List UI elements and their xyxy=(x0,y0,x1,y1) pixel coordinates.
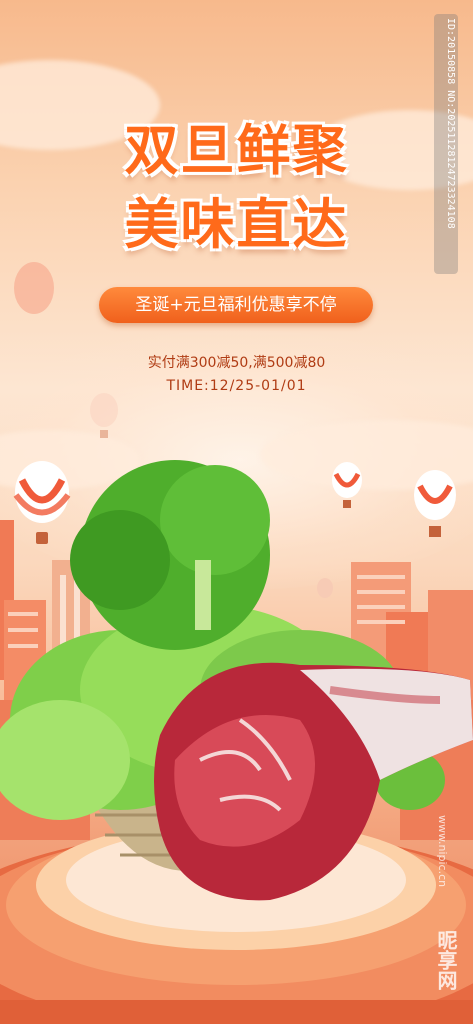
hot-air-balloon-icon xyxy=(14,262,54,314)
promo-poster: 双旦鲜聚 美味直达 圣诞+元旦福利优惠享不停 实付满300减50,满500减80… xyxy=(0,0,473,1024)
time-text: TIME:12/25-01/01 xyxy=(166,378,307,394)
watermark-id-badge: ID:20150858 NO:20251128124723324108 xyxy=(434,14,458,274)
hot-air-balloon-icon xyxy=(13,461,71,544)
watermark-id-text: ID:20150858 NO:20251128124723324108 xyxy=(445,18,456,229)
headline-line-1: 双旦鲜聚 xyxy=(124,119,349,182)
hot-air-balloon-icon xyxy=(317,578,333,598)
hot-air-balloon-icon xyxy=(414,470,456,537)
offer-text: 实付满300减50,满500减80 xyxy=(147,355,326,371)
headline-line-2: 美味直达 xyxy=(124,193,349,256)
hot-air-balloon-icon xyxy=(90,393,118,438)
hot-air-balloon-icon xyxy=(332,462,362,508)
watermark-site: www.nipic.cn xyxy=(436,815,449,888)
subtitle-pill: 圣诞+元旦福利优惠享不停 xyxy=(99,287,373,323)
watermark-logo: 昵享网 xyxy=(434,930,458,990)
